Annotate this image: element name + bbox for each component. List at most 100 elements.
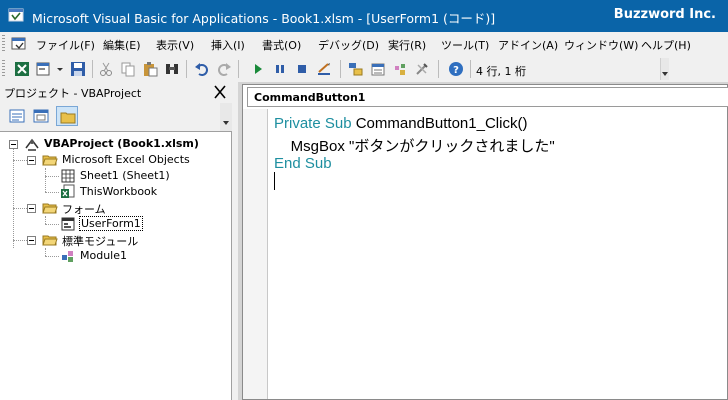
menu-addins[interactable]: アドイン(A)	[498, 37, 558, 53]
object-combobox-value: CommandButton1	[254, 91, 366, 104]
run-button[interactable]	[248, 59, 268, 79]
code-text: CommandButton1_Click()	[351, 115, 528, 132]
view-code-button[interactable]	[6, 106, 28, 126]
tree-label-module1: Module1	[80, 249, 127, 262]
tree-label-sheet1: Sheet1 (Sheet1)	[80, 169, 170, 182]
mdi-window-icon[interactable]	[10, 36, 28, 52]
code-text: MsgBox "ボタンがクリックされました"	[274, 138, 555, 155]
object-browser-icon	[395, 64, 405, 75]
toolbox-button[interactable]	[412, 59, 432, 79]
tree-node-excel-objects[interactable]: Microsoft Excel Objects	[0, 152, 230, 168]
project-toolbar-overflow[interactable]	[220, 103, 232, 131]
menu-insert[interactable]: 挿入(I)	[211, 37, 245, 53]
project-explorer-toolbar	[0, 103, 232, 129]
design-mode-icon	[318, 63, 330, 75]
menu-window[interactable]: ウィンドウ(W)	[564, 37, 638, 53]
collapse-toggle[interactable]	[27, 156, 36, 165]
menu-tools[interactable]: ツール(T)	[441, 37, 489, 53]
undo-icon	[195, 63, 208, 76]
help-button[interactable]: ?	[446, 59, 466, 79]
tree-label-vbaproject: VBAProject (Book1.xlsm)	[44, 137, 199, 150]
window-title: Microsoft Visual Basic for Applications …	[32, 11, 496, 26]
object-browser-button[interactable]	[390, 59, 410, 79]
toolbar-separator	[238, 60, 239, 78]
clipboard-icon	[144, 62, 158, 77]
design-mode-button[interactable]	[314, 59, 334, 79]
project-explorer-title: プロジェクト - VBAProject	[4, 87, 142, 100]
menu-format[interactable]: 書式(O)	[262, 37, 301, 53]
help-icon: ?	[449, 62, 463, 76]
cursor-position: 4 行, 1 桁	[476, 65, 526, 78]
tree-node-vbaproject[interactable]: VBAProject (Book1.xlsm)	[0, 136, 230, 152]
close-icon[interactable]	[210, 82, 230, 102]
worksheet-icon	[61, 169, 75, 183]
menu-run[interactable]: 実行(R)	[388, 37, 426, 53]
code-margin[interactable]	[243, 109, 268, 399]
code-window: CommandButton1 Private Sub CommandButton…	[242, 84, 728, 400]
insert-userform-button[interactable]	[34, 59, 54, 79]
brand-label: Buzzword Inc.	[613, 7, 716, 22]
module-icon	[62, 251, 73, 262]
menubar-grip[interactable]	[2, 35, 5, 53]
code-editor[interactable]: Private Sub CommandButton1_Click() MsgBo…	[243, 109, 727, 399]
standard-toolbar: ? 4 行, 1 桁	[0, 56, 672, 82]
workbook-icon	[61, 184, 75, 198]
project-explorer-button[interactable]	[346, 59, 366, 79]
object-combobox[interactable]: CommandButton1	[247, 87, 728, 107]
chevron-down-icon	[57, 68, 63, 71]
tree-node-thisworkbook[interactable]: ThisWorkbook	[0, 184, 230, 200]
tree-node-sheet1[interactable]: Sheet1 (Sheet1)	[0, 168, 230, 184]
toolbar-grip[interactable]	[2, 60, 5, 78]
find-button[interactable]	[162, 59, 182, 79]
tree-label-excel-objects: Microsoft Excel Objects	[62, 153, 190, 166]
copy-button[interactable]	[118, 59, 138, 79]
vba-app-icon	[8, 8, 24, 22]
menu-file[interactable]: ファイル(F)	[36, 37, 95, 53]
collapse-toggle[interactable]	[27, 204, 36, 213]
code-line-1[interactable]: Private Sub CommandButton1_Click()	[274, 115, 527, 132]
break-button[interactable]	[270, 59, 290, 79]
tree-node-modules[interactable]: 標準モジュール	[0, 232, 230, 248]
collapse-toggle[interactable]	[9, 140, 18, 149]
toolbar-separator	[470, 60, 471, 78]
menu-edit[interactable]: 編集(E)	[103, 37, 141, 53]
collapse-toggle[interactable]	[27, 236, 36, 245]
folder-open-icon	[42, 203, 58, 214]
reset-button[interactable]	[292, 59, 312, 79]
menu-help[interactable]: ヘルプ(H)	[641, 37, 691, 53]
pause-icon	[276, 65, 284, 73]
undo-button[interactable]	[192, 59, 212, 79]
userform-icon	[36, 62, 50, 76]
keyword-end-sub: End Sub	[274, 155, 332, 172]
toolbar-separator	[186, 60, 187, 78]
view-code-icon	[9, 109, 25, 123]
insert-dropdown[interactable]	[54, 59, 64, 79]
code-line-3[interactable]: End Sub	[274, 155, 332, 172]
code-line-2[interactable]: MsgBox "ボタンがクリックされました"	[274, 135, 555, 156]
excel-view-button[interactable]	[12, 59, 32, 79]
properties-window-button[interactable]	[368, 59, 388, 79]
redo-icon	[218, 63, 231, 76]
toggle-folders-button[interactable]	[56, 106, 78, 126]
view-object-button[interactable]	[30, 106, 52, 126]
toolbox-icon	[416, 63, 428, 75]
text-caret	[274, 172, 275, 190]
save-button[interactable]	[68, 59, 88, 79]
binoculars-icon	[166, 64, 178, 74]
tree-node-userform1[interactable]: UserForm1	[0, 216, 230, 232]
toolbar-separator	[92, 60, 93, 78]
toolbar-separator	[340, 60, 341, 78]
tree-label-modules: 標準モジュール	[62, 235, 139, 248]
toolbar-options-button[interactable]	[660, 58, 669, 80]
tree-label-thisworkbook: ThisWorkbook	[80, 185, 158, 198]
menu-debug[interactable]: デバッグ(D)	[318, 37, 379, 53]
cut-button[interactable]	[96, 59, 116, 79]
tree-node-forms[interactable]: フォーム	[0, 200, 230, 216]
title-bar: Microsoft Visual Basic for Applications …	[0, 0, 728, 32]
copy-icon	[121, 62, 135, 77]
menu-view[interactable]: 表示(V)	[156, 37, 194, 53]
tree-node-module1[interactable]: Module1	[0, 248, 230, 264]
folder-open-icon	[42, 155, 58, 166]
paste-button[interactable]	[140, 59, 160, 79]
redo-button[interactable]	[214, 59, 234, 79]
